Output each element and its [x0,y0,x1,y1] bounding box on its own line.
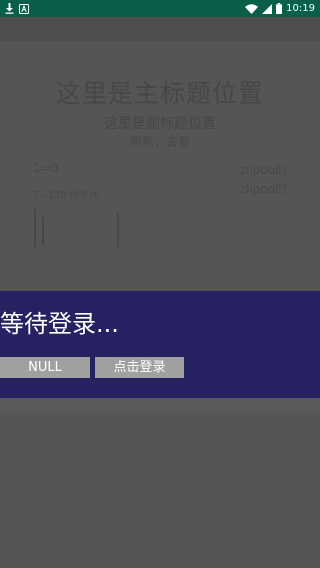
divider-strip [0,398,320,413]
status-bar-left [5,0,29,17]
a-icon [19,3,29,14]
login-dialog: 等待登录... NULL 点击登录 [0,291,320,398]
right-value-1: zlipoo的 [239,163,287,177]
download-icon [5,3,14,14]
page-subtitle: 这里是副标题位置 [104,116,216,132]
left-value-2: T=120 命名Hi [33,190,101,201]
app-bar [0,17,320,41]
status-bar-right: 10:19 [245,0,315,17]
right-value-2: zlipoo的 [239,182,287,196]
battery-icon [276,3,283,14]
left-value-1: 1=0 [33,161,59,175]
dialog-title: 等待登录... [0,310,119,338]
status-bar: 10:19 [0,0,320,17]
wifi-icon [245,3,259,14]
bg-bar [117,213,119,247]
status-time: 10:19 [286,3,315,14]
bg-bar [34,209,36,247]
background-graphic [32,209,232,249]
login-button[interactable]: 点击登录 [95,357,184,378]
refresh-hint: 刷新，去看 [129,135,190,149]
background-page: 这里是主标题位置 这里是副标题位置 刷新，去看 1=0 T=120 命名Hi z… [0,41,320,291]
signal-icon [262,3,273,14]
page-title: 这里是主标题位置 [55,79,264,108]
bg-bar [42,217,44,245]
screen: 10:19 这里是主标题位置 这里是副标题位置 刷新，去看 1=0 T=120 … [0,0,320,568]
null-button[interactable]: NULL [0,357,90,378]
